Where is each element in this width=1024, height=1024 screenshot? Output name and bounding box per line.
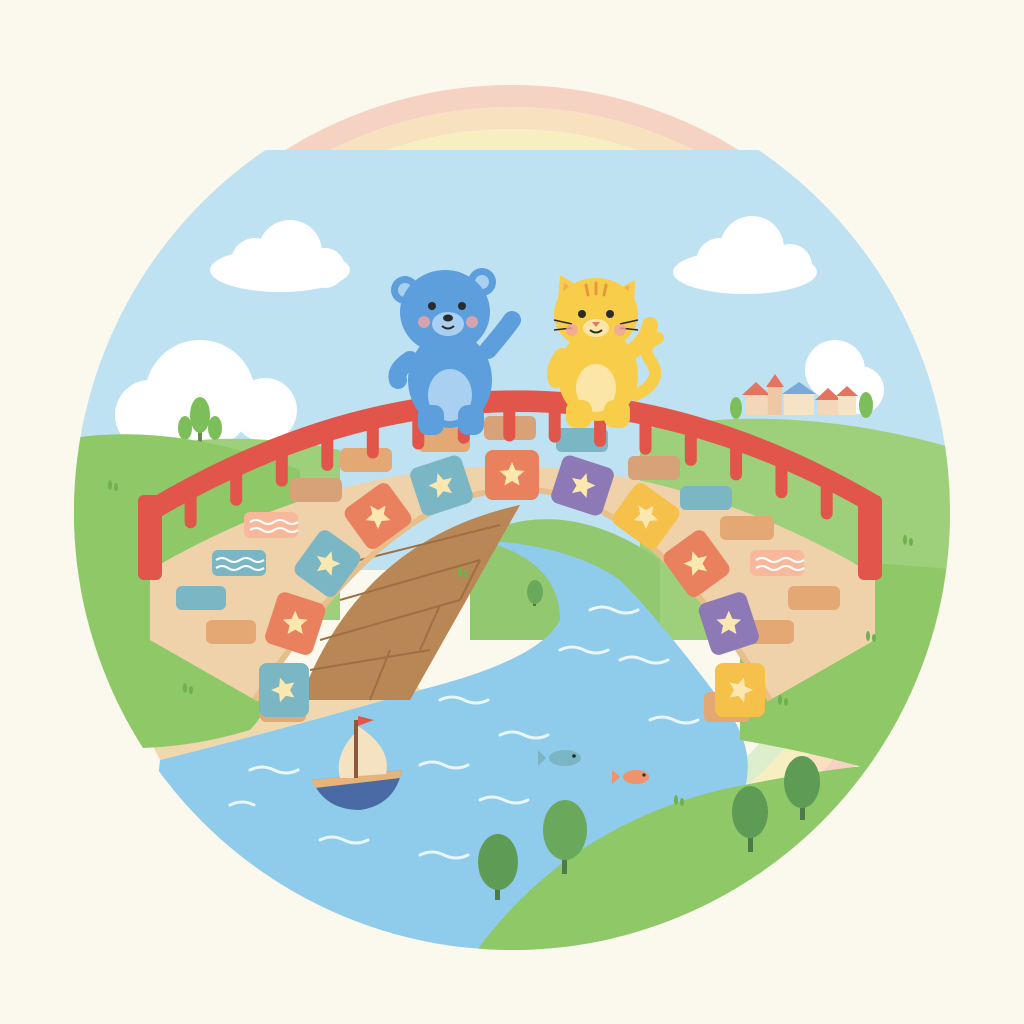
arch-tile	[715, 663, 765, 717]
bear-eye	[428, 302, 436, 310]
cat-eye	[578, 310, 586, 318]
bear-eye	[458, 302, 466, 310]
storybook-illustration	[74, 85, 950, 950]
arch-tile	[485, 450, 539, 500]
cat-eye	[606, 310, 614, 318]
arch-tile	[259, 663, 309, 717]
